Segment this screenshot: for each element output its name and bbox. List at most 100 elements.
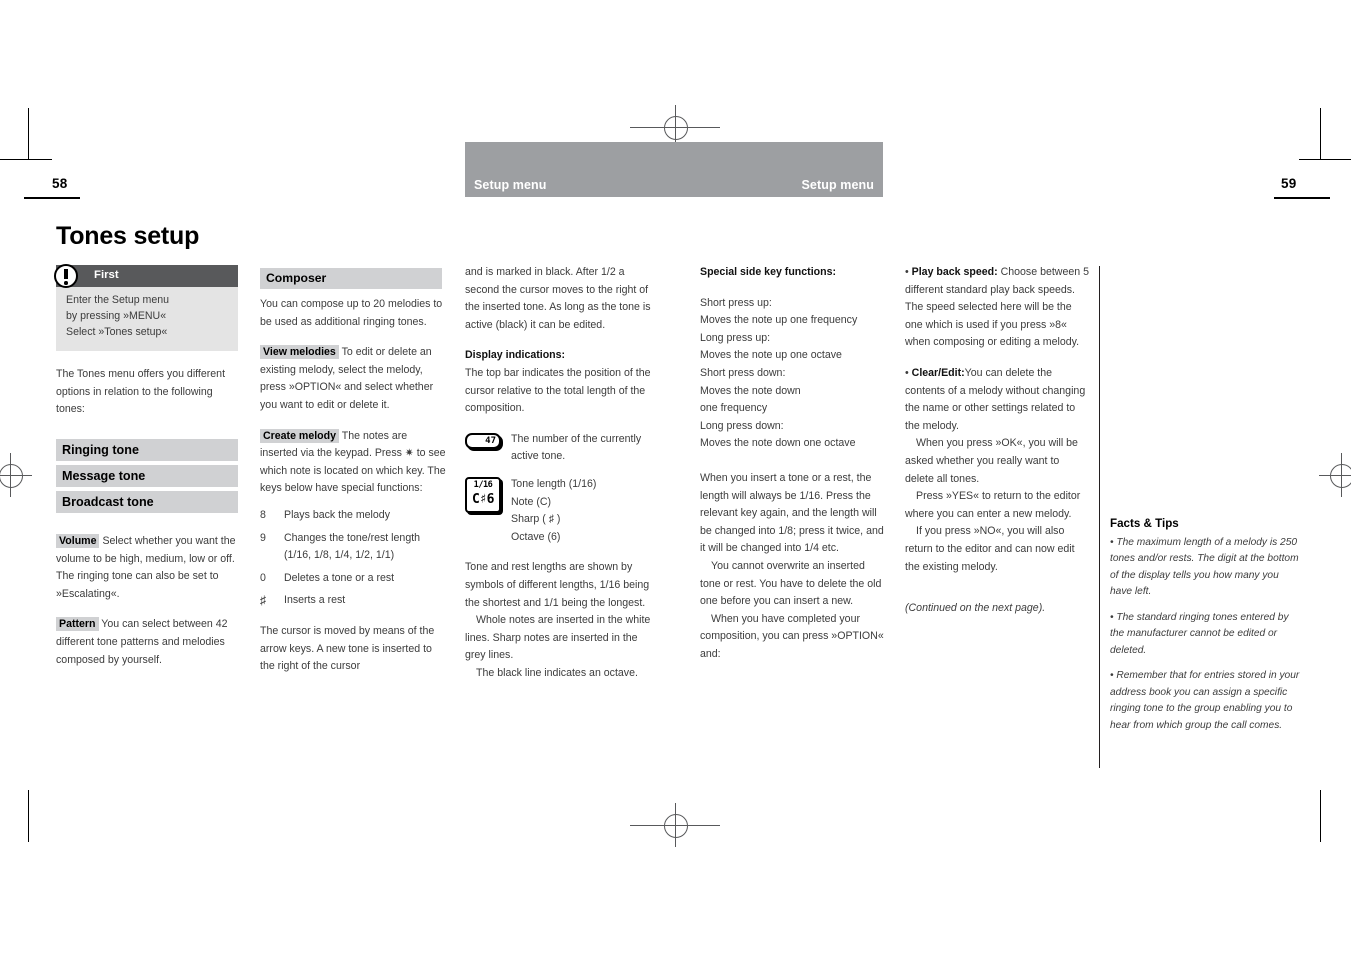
registration-mark-left (0, 453, 32, 497)
running-head-left: Setup menu (474, 178, 547, 192)
lcd-note-caption-line-2: Note (C) (511, 495, 552, 508)
key-row: 0 Deletes a tone or a rest (260, 570, 446, 588)
running-head-right: Setup menu (801, 178, 874, 192)
side-key-line: one frequency (700, 402, 768, 415)
crop-mark-top-left-horizontal (0, 159, 52, 160)
first-callout-line-1: Enter the Setup menu (66, 294, 170, 306)
side-key-list: Short press up: Moves the note up one fr… (700, 295, 886, 453)
side-key-line: Moves the note down (700, 384, 801, 397)
play-back-speed-paragraph: • Play back speed: Choose between 5 diff… (905, 264, 1091, 352)
key-desc-9: Changes the tone/rest length (1/16, 1/8,… (284, 531, 421, 562)
side-key-line: Moves the note up one octave (700, 349, 842, 362)
display-indications-heading: Display indications: (465, 349, 566, 362)
side-key-line: Short press down: (700, 366, 786, 379)
yes-paragraph: Press »YES« to return to the editor wher… (905, 490, 1081, 520)
key-label-0: 0 (260, 571, 266, 584)
cursor-continuation: and is marked in black. After 1/2 a seco… (465, 266, 651, 331)
column-two: You can compose up to 20 melodies to be … (260, 296, 446, 689)
column-three: and is marked in black. After 1/2 a seco… (465, 264, 651, 682)
column-one-intro: The Tones menu offers you different opti… (56, 366, 242, 419)
registration-mark-bottom (630, 803, 720, 847)
tone-length-paragraph: When you insert a tone or a rest, the le… (700, 471, 884, 555)
clear-edit-keyword: Clear/Edit: (911, 366, 965, 379)
lcd-note-length: 1/16 (473, 479, 493, 490)
play-back-speed-keyword: Play back speed: (911, 266, 998, 278)
sidebar-divider (1099, 266, 1100, 768)
lcd-note-caption-line-4: Octave (6) (511, 530, 561, 543)
section-bar-composer: Composer (260, 268, 442, 289)
side-key-heading: Special side key functions: (700, 266, 836, 278)
no-paragraph: If you press »NO«, you will also return … (905, 525, 1075, 573)
key-row: 8 Plays back the melody (260, 507, 446, 525)
lcd-note-row: 1/16 C♯6 Tone length (1/16) Note (C) Sha… (465, 476, 651, 546)
facts-and-tips: Facts & Tips • The maximum length of a m… (1110, 516, 1300, 743)
view-melodies-paragraph: View melodies To edit or delete an exist… (260, 344, 446, 414)
facts-and-tips-item: • The maximum length of a melody is 250 … (1110, 536, 1299, 598)
star-key-icon: ✷ (404, 447, 414, 460)
continued-note: (Continued on the next page). (905, 602, 1046, 615)
crop-mark-top-right-horizontal (1299, 159, 1351, 160)
first-callout-title: First (94, 269, 119, 281)
composer-intro: You can compose up to 20 melodies to be … (260, 298, 443, 328)
ok-paragraph: When you press »OK«, you will be asked w… (905, 437, 1078, 485)
whole-notes-text: Whole notes are inserted in the white li… (465, 614, 651, 662)
clear-edit-paragraph: • Clear/Edit:You can delete the contents… (905, 365, 1091, 435)
composer-key-list: 8 Plays back the melody 9 Changes the to… (260, 507, 446, 610)
side-key-line: Long press up: (700, 331, 771, 344)
key-row: 9 Changes the tone/rest length (1/16, 1/… (260, 530, 446, 565)
key-desc-hash: Inserts a rest (284, 594, 346, 607)
volume-paragraph: Volume Select whether you want the volum… (56, 533, 242, 603)
crop-mark-top-left-vertical (28, 108, 29, 160)
facts-and-tips-item: • The standard ringing tones entered by … (1110, 611, 1289, 656)
side-key-line: Long press down: (700, 419, 784, 432)
column-five: • Play back speed: Choose between 5 diff… (905, 264, 1091, 631)
cursor-paragraph: The cursor is moved by means of the arro… (260, 623, 446, 676)
view-melodies-keyword: View melodies (260, 345, 339, 360)
registration-mark-right (1319, 453, 1351, 497)
menu-bar-message-tone[interactable]: Message tone (56, 465, 238, 487)
facts-and-tips-item: • Remember that for entries stored in yo… (1110, 670, 1300, 731)
pattern-paragraph: Pattern You can select between 42 differ… (56, 616, 242, 669)
column-four: Special side key functions: Short press … (700, 264, 886, 663)
page-number-right: 59 (1281, 176, 1297, 191)
page-title: Tones setup (56, 222, 200, 250)
first-callout-header: First (54, 264, 238, 288)
tones-menu-intro: The Tones menu offers you different opti… (56, 368, 226, 416)
key-desc-8: Plays back the melody (284, 508, 390, 521)
tone-lengths-text: Tone and rest lengths are shown by symbo… (465, 561, 650, 609)
side-key-line: Short press up: (700, 296, 772, 309)
completed-composition-paragraph: When you have completed your composition… (700, 612, 884, 660)
running-head-band: Setup menu Setup menu (465, 142, 883, 197)
bullet-icon: • (905, 266, 909, 278)
display-indications-intro: The top bar indicates the position of th… (465, 366, 651, 415)
key-label-9: 9 (260, 531, 266, 544)
page-number-right-rule (1274, 197, 1330, 199)
lcd-note-pitch: C♯6 (472, 491, 494, 507)
lcd-note-caption: Tone length (1/16) Note (C) Sharp ( ♯ ) … (501, 476, 651, 546)
side-key-line: Moves the note up one frequency (700, 314, 858, 327)
page-number-left-rule (24, 197, 80, 199)
hash-key-icon: ♯ (260, 593, 266, 608)
crop-mark-bottom-left-vertical (28, 790, 29, 842)
first-callout-line-3: Select »Tones setup« (66, 325, 168, 338)
create-melody-keyword: Create melody (260, 428, 340, 443)
cursor-text: The cursor is moved by means of the arro… (260, 624, 435, 673)
lcd-tone-number-icon: 47 (465, 432, 501, 449)
lcd-note-icon: 1/16 C♯6 (465, 476, 501, 513)
black-line-text: The black line indicates an octave. (476, 666, 638, 679)
key-label-8: 8 (260, 508, 266, 521)
lcd-number-row: 47 The number of the currently active to… (465, 431, 651, 466)
key-row: ♯ Inserts a rest (260, 592, 446, 610)
crop-mark-bottom-right-vertical (1320, 790, 1321, 842)
lcd-note-caption-line-1: Tone length (1/16) (511, 477, 597, 490)
menu-bar-broadcast-tone[interactable]: Broadcast tone (56, 491, 238, 513)
create-melody-paragraph: Create melody The notes are inserted via… (260, 428, 446, 498)
lcd-tone-number-caption: The number of the currently active tone. (511, 432, 642, 463)
column-one-body: Volume Select whether you want the volum… (56, 533, 242, 682)
exclamation-circle-icon (54, 264, 78, 288)
crop-mark-top-right-vertical (1320, 108, 1321, 160)
menu-bar-ringing-tone[interactable]: Ringing tone (56, 439, 238, 461)
first-callout: First Enter the Setup menu by pressing »… (54, 264, 238, 352)
lcd-note-caption-line-3: Sharp ( ♯ ) (511, 513, 561, 526)
key-desc-0: Deletes a tone or a rest (284, 571, 395, 584)
